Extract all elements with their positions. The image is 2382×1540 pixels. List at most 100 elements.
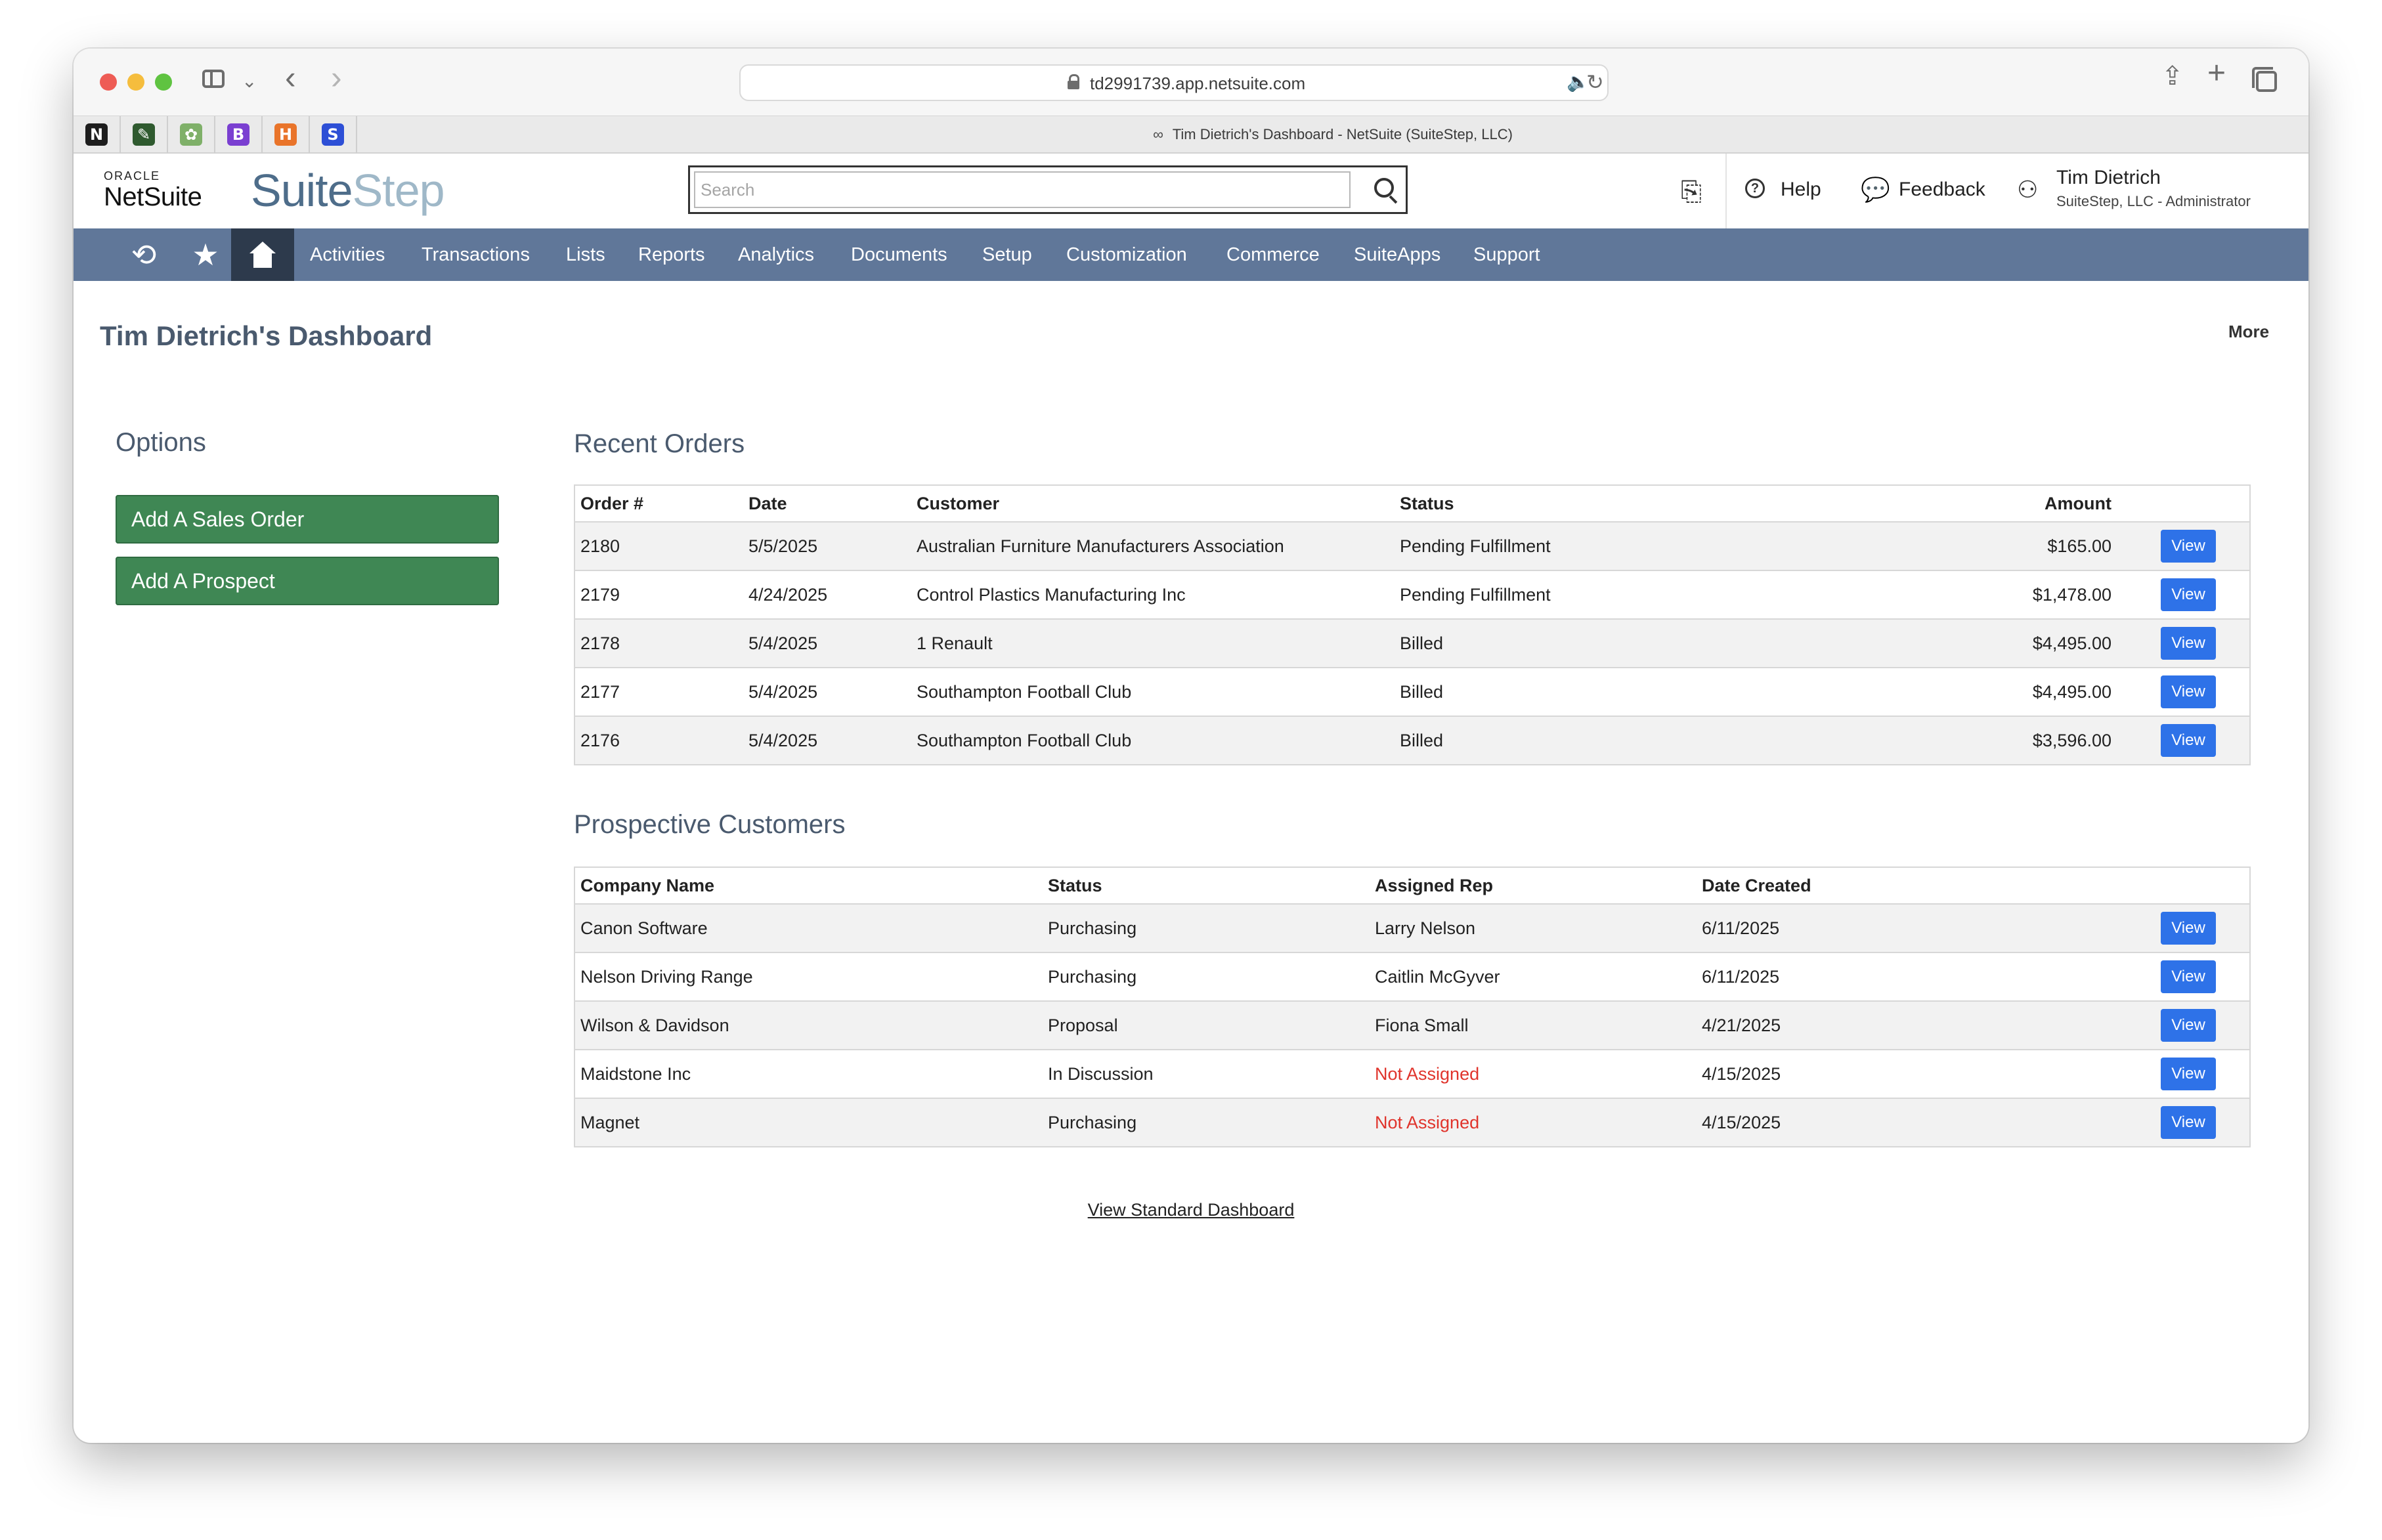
nav-support[interactable]: Support — [1473, 228, 1540, 281]
nav-analytics[interactable]: Analytics — [738, 228, 814, 281]
actions-cell: View — [2127, 668, 2250, 717]
nav-lists[interactable]: Lists — [566, 228, 605, 281]
actions-cell: View — [2127, 1050, 2250, 1099]
help-icon[interactable]: ? — [1745, 179, 1765, 198]
table-row: 2178 5/4/2025 1 Renault Billed $4,495.00 View — [574, 619, 2250, 668]
change-role-icon[interactable]: ⚇ — [2017, 176, 2038, 203]
help-link[interactable]: Help — [1781, 179, 1821, 201]
recent-records-icon[interactable]: ⎘ — [1681, 177, 1702, 207]
share-icon[interactable]: ⇪ — [2161, 63, 2184, 89]
chat-icon: ✎ — [133, 123, 155, 146]
main-nav: ⟲ ★ Activities Transactions Lists Report… — [74, 228, 2308, 281]
customer-cell: Southampton Football Club — [911, 716, 1395, 765]
close-window-button[interactable] — [100, 74, 117, 91]
view-standard-dashboard-text[interactable]: View Standard Dashboard — [1088, 1200, 1295, 1220]
table-row: 2180 5/5/2025 Australian Furniture Manufac… — [574, 522, 2250, 571]
s-icon: S — [322, 123, 344, 146]
nav-transactions[interactable]: Transactions — [422, 228, 530, 281]
browser-window: ⌄ ‹ › td2991739.app.netsuite.com 🔈 ↻ ⇪ +… — [74, 49, 2308, 1443]
customer-cell: 1 Renault — [911, 619, 1395, 668]
date-created-cell: 4/15/2025 — [1697, 1098, 2127, 1147]
view-standard-dashboard-link: View Standard Dashboard — [74, 1200, 2308, 1220]
nav-activities[interactable]: Activities — [310, 228, 385, 281]
zoom-window-button[interactable] — [155, 74, 172, 91]
prospective-customers-heading: Prospective Customers — [574, 810, 846, 839]
tab-overview-icon[interactable] — [2252, 67, 2277, 92]
pinned-tab[interactable]: S — [310, 116, 357, 153]
date-cell: 4/24/2025 — [743, 570, 911, 620]
home-icon[interactable] — [231, 228, 294, 281]
new-tab-plus-icon[interactable]: + — [2207, 58, 2226, 89]
actions-cell: View — [2127, 619, 2250, 668]
netsuite-logo-text[interactable]: NetSuite — [104, 182, 202, 212]
view-button[interactable]: View — [2161, 960, 2216, 993]
reload-icon[interactable]: ↻ — [1586, 70, 1604, 95]
view-button[interactable]: View — [2161, 1009, 2216, 1042]
view-button[interactable]: View — [2161, 530, 2216, 563]
pinned-tab[interactable]: B — [215, 116, 263, 153]
status-cell: Billed — [1395, 668, 1760, 717]
amount-cell: $1,478.00 — [1760, 570, 2127, 620]
add-sales-order-button[interactable]: Add A Sales Order — [116, 495, 499, 544]
recent-orders-table: Order # Date Customer Status Amount 2180… — [574, 484, 2251, 765]
h-icon: H — [274, 123, 297, 146]
search-icon[interactable] — [1368, 175, 1402, 205]
table-row: Wilson & Davidson Proposal Fiona Small 4/21… — [574, 1001, 2250, 1050]
add-prospect-button[interactable]: Add A Prospect — [116, 557, 499, 605]
table-row: Canon Software Purchasing Larry Nelson 6/11… — [574, 904, 2250, 953]
nav-suiteapps[interactable]: SuiteApps — [1354, 228, 1440, 281]
col-date: Date — [743, 485, 911, 523]
order-number-cell: 2178 — [574, 619, 743, 668]
user-name[interactable]: Tim Dietrich — [2056, 167, 2161, 189]
page-title: Tim Dietrich's Dashboard — [100, 320, 433, 351]
nav-setup[interactable]: Setup — [982, 228, 1032, 281]
nav-documents[interactable]: Documents — [851, 228, 947, 281]
view-button[interactable]: View — [2161, 912, 2216, 945]
pinned-tab[interactable]: H — [263, 116, 310, 153]
view-button[interactable]: View — [2161, 724, 2216, 757]
logo-step-text: Step — [352, 165, 445, 216]
actions-cell: View — [2127, 1001, 2250, 1050]
more-link[interactable]: More — [2228, 322, 2269, 342]
feedback-icon[interactable]: 💬 — [1861, 176, 1890, 203]
view-button[interactable]: View — [2161, 1058, 2216, 1090]
nav-customization[interactable]: Customization — [1066, 228, 1187, 281]
amount-cell: $3,596.00 — [1760, 716, 2127, 765]
pinned-tab[interactable]: ✿ — [168, 116, 215, 153]
history-icon[interactable]: ⟲ — [114, 228, 173, 281]
forward-arrow-icon[interactable]: › — [331, 61, 342, 94]
view-button[interactable]: View — [2161, 1106, 2216, 1139]
netsuite-header: ORACLE NetSuite SuiteStep ⎘ ? Help 💬 Fee… — [74, 154, 2308, 228]
col-order-number: Order # — [574, 485, 743, 523]
actions-cell: View — [2127, 522, 2250, 571]
search-input[interactable] — [694, 171, 1351, 208]
pinned-tab[interactable]: ✎ — [121, 116, 168, 153]
address-bar[interactable]: td2991739.app.netsuite.com 🔈 ↻ — [739, 64, 1609, 101]
assigned-rep-cell: Larry Nelson — [1370, 904, 1697, 953]
feedback-link[interactable]: Feedback — [1899, 179, 1985, 201]
logo-suite-text: Suite — [251, 165, 353, 216]
user-role[interactable]: SuiteStep, LLC - Administrator — [2056, 193, 2251, 210]
nav-commerce[interactable]: Commerce — [1226, 228, 1320, 281]
header-divider — [1725, 154, 1727, 228]
nav-reports[interactable]: Reports — [638, 228, 705, 281]
pinned-tabs: N ✎ ✿ B H S — [74, 116, 357, 153]
favorites-star-icon[interactable]: ★ — [176, 228, 235, 281]
date-cell: 5/4/2025 — [743, 716, 911, 765]
status-cell: Purchasing — [1043, 904, 1370, 953]
url-text[interactable]: td2991739.app.netsuite.com — [1090, 74, 1305, 94]
order-number-cell: 2176 — [574, 716, 743, 765]
tab-title: Tim Dietrich's Dashboard - NetSuite (Sui… — [1172, 126, 1513, 142]
col-assigned-rep: Assigned Rep — [1370, 867, 1697, 905]
suitestep-logo[interactable]: SuiteStep — [251, 164, 445, 217]
view-button[interactable]: View — [2161, 578, 2216, 611]
view-button[interactable]: View — [2161, 675, 2216, 708]
pinned-tab[interactable]: N — [74, 116, 121, 153]
active-tab[interactable]: ∞ Tim Dietrich's Dashboard - NetSuite (S… — [357, 116, 2308, 153]
back-arrow-icon[interactable]: ‹ — [285, 61, 296, 94]
status-cell: Purchasing — [1043, 1098, 1370, 1147]
chevron-down-icon[interactable]: ⌄ — [242, 68, 257, 95]
view-button[interactable]: View — [2161, 627, 2216, 660]
sidebar-toggle-icon[interactable] — [202, 70, 225, 88]
minimize-window-button[interactable] — [127, 74, 144, 91]
